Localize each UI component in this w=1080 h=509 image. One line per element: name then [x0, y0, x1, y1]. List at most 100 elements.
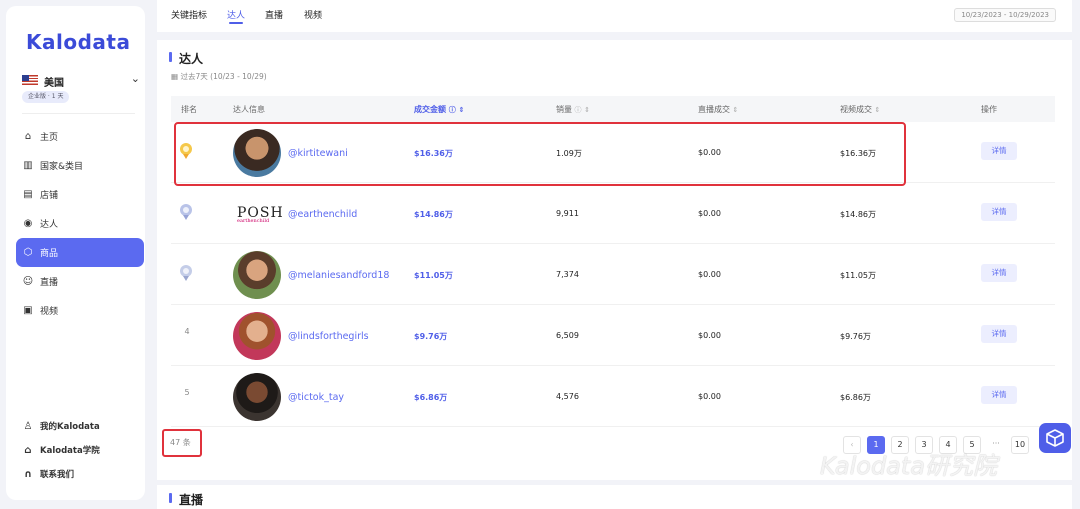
nav-item-academy[interactable]: ⌂ Kalodata学院 — [16, 438, 144, 462]
live-gmv-value: $0.00 — [698, 331, 721, 340]
gmv-value: $11.05万 — [414, 271, 453, 280]
creator-avatar[interactable] — [233, 312, 281, 360]
table-row[interactable]: 5 @tictok_tay $6.86万 4,576 $0.00 $6.86万 … — [171, 366, 1055, 427]
home-icon: ⌂ — [24, 131, 32, 142]
live-gmv-value: $0.00 — [698, 392, 721, 401]
nav-label: 商品 — [40, 249, 59, 259]
detail-button[interactable]: 详情 — [981, 264, 1017, 282]
divider — [22, 113, 135, 114]
creator-handle[interactable]: @lindsforthegirls — [288, 331, 369, 342]
header-rank: 排名 — [181, 105, 197, 114]
live-section-card: 直播 — [157, 485, 1072, 509]
tab-live[interactable]: 直播 — [265, 8, 283, 21]
nav-label: 我的Kalodata — [40, 422, 100, 432]
creator-handle[interactable]: @earthenchild — [288, 209, 357, 220]
sort-icon: ⇕ — [458, 106, 465, 114]
sort-icon: ⇕ — [584, 106, 590, 114]
main-content: 关键指标 达人 直播 视频 10/23/2023 - 10/29/2023 达人… — [157, 0, 1072, 509]
creators-card: 达人 ▦ 过去7天 (10/23 - 10/29) 排名 达人信息 成交金额 ⓘ… — [157, 40, 1072, 480]
bottom-nav: ♙ 我的Kalodata ⌂ Kalodata学院 ∩ 联系我们 — [16, 414, 144, 486]
sort-icon: ⇕ — [732, 106, 739, 114]
header-gmv[interactable]: 成交金额 ⓘ ⇕ — [414, 104, 464, 115]
sales-value: 4,576 — [556, 392, 579, 401]
header-sales[interactable]: 销量 ⓘ ⇕ — [556, 104, 590, 115]
detail-button[interactable]: 详情 — [981, 142, 1017, 160]
nav-item-creators[interactable]: ◉ 达人 — [16, 209, 144, 238]
page-button[interactable]: 10 — [1011, 436, 1029, 454]
creator-avatar[interactable] — [233, 251, 281, 299]
nav-item-my-kalodata[interactable]: ♙ 我的Kalodata — [16, 414, 144, 438]
posh-logo[interactable]: POSH earthenchild — [237, 205, 284, 224]
location-pin-icon: ◉ — [23, 218, 33, 229]
period-text: 过去7天 (10/23 - 10/29) — [180, 72, 267, 81]
gmv-value: $6.86万 — [414, 393, 448, 402]
bronze-medal-icon — [180, 265, 192, 281]
rank-number: 4 — [184, 327, 190, 336]
creator-avatar[interactable] — [233, 373, 281, 421]
plan-badge: 企业版 · 1 天 — [22, 91, 70, 103]
nav-label: 达人 — [40, 220, 59, 230]
creator-handle[interactable]: @melaniesandford18 — [288, 270, 389, 281]
detail-button[interactable]: 详情 — [981, 386, 1017, 404]
country-name: 美国 — [44, 78, 64, 89]
video-gmv-value: $6.86万 — [840, 393, 871, 402]
chevron-down-icon[interactable]: ⌄ — [131, 72, 140, 85]
graduation-cap-icon: ⌂ — [24, 444, 32, 456]
nav-label: 视频 — [40, 307, 59, 317]
nav-label: 联系我们 — [40, 470, 75, 480]
header-live-label: 直播成交 — [698, 105, 730, 114]
live-gmv-value: $0.00 — [698, 209, 721, 218]
header-video-gmv[interactable]: 视频成交 ⇕ — [840, 104, 880, 115]
creator-handle[interactable]: @tictok_tay — [288, 392, 344, 403]
live-gmv-value: $0.00 — [698, 270, 721, 279]
highlight-box-total — [162, 429, 202, 457]
sidebar: Kalodata 美国 ⌄ 企业版 · 1 天 ⌂ 主页 ▥ 国家&类目 ▤ 店铺 ◉… — [6, 6, 145, 500]
section-subtitle: ▦ 过去7天 (10/23 - 10/29) — [171, 71, 267, 82]
table-header: 排名 达人信息 成交金额 ⓘ ⇕ 销量 ⓘ ⇕ 直播成交 ⇕ 视频成交 ⇕ 操作 — [171, 96, 1055, 122]
nav-item-contact[interactable]: ∩ 联系我们 — [16, 462, 144, 486]
us-flag-icon — [22, 75, 38, 85]
country-selector[interactable]: 美国 ⌄ 企业版 · 1 天 — [22, 72, 142, 106]
detail-button[interactable]: 详情 — [981, 203, 1017, 221]
kalodata-logo[interactable]: Kalodata — [26, 30, 130, 54]
header-actions: 操作 — [981, 105, 997, 114]
nav-label: Kalodata学院 — [40, 446, 100, 456]
live-section-title: 直播 — [169, 491, 203, 508]
tab-key-metrics[interactable]: 关键指标 — [171, 8, 207, 21]
sales-value: 7,374 — [556, 270, 579, 279]
header-creator-info: 达人信息 — [233, 105, 265, 114]
table-row[interactable]: POSH earthenchild @earthenchild $14.86万 9… — [171, 183, 1055, 244]
tab-video[interactable]: 视频 — [304, 8, 322, 21]
table-row[interactable]: 4 @lindsforthegirls $9.76万 6,509 $0.00 $… — [171, 305, 1055, 366]
nav-item-stores[interactable]: ▤ 店铺 — [16, 180, 144, 209]
cube-icon — [1046, 429, 1064, 447]
header-live-gmv[interactable]: 直播成交 ⇕ — [698, 104, 738, 115]
nav-item-products[interactable]: ⬡ 商品 — [16, 238, 144, 267]
section-title: 达人 — [169, 50, 203, 67]
users-icon: ☺ — [22, 276, 34, 287]
user-icon: ♙ — [23, 420, 33, 432]
header-sales-label: 销量 — [556, 105, 572, 114]
tab-creators[interactable]: 达人 — [227, 8, 245, 24]
nav-item-home[interactable]: ⌂ 主页 — [16, 122, 144, 151]
nav-item-video[interactable]: ▣ 视频 — [16, 296, 144, 325]
table-row[interactable]: @melaniesandford18 $11.05万 7,374 $0.00 $… — [171, 244, 1055, 305]
nav-item-live[interactable]: ☺ 直播 — [16, 267, 144, 296]
rank-number: 5 — [184, 388, 190, 397]
date-range[interactable]: 10/23/2023 - 10/29/2023 — [954, 8, 1056, 22]
nav-item-country-category[interactable]: ▥ 国家&类目 — [16, 151, 144, 180]
detail-button[interactable]: 详情 — [981, 325, 1017, 343]
highlight-box-top-row — [174, 122, 906, 186]
floating-cube-button[interactable] — [1039, 423, 1071, 453]
sales-value: 9,911 — [556, 209, 579, 218]
sales-value: 6,509 — [556, 331, 579, 340]
header-gmv-label: 成交金额 — [414, 105, 446, 114]
header-video-label: 视频成交 — [840, 105, 872, 114]
nav-label: 国家&类目 — [40, 162, 84, 172]
nav-label: 直播 — [40, 278, 59, 288]
video-gmv-value: $14.86万 — [840, 210, 876, 219]
store-icon: ▤ — [23, 189, 33, 200]
silver-medal-icon — [180, 204, 192, 220]
info-icon: ⓘ — [574, 106, 582, 114]
video-icon: ▣ — [23, 305, 33, 316]
